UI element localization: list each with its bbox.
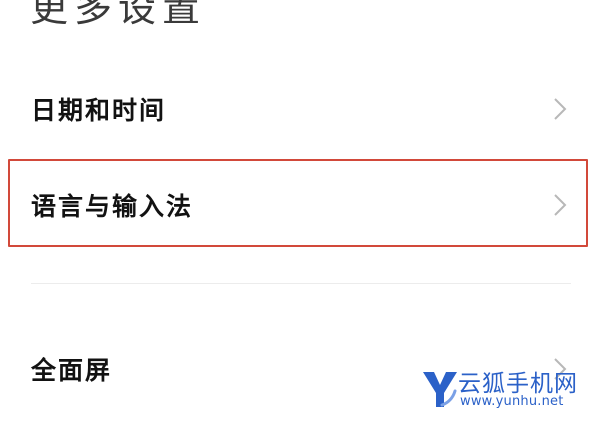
watermark-url: www.yunhu.net bbox=[460, 394, 564, 409]
settings-item-label: 全面屏 bbox=[31, 356, 113, 385]
chevron-right-icon bbox=[554, 98, 567, 120]
watermark-brand: 云狐手机网 bbox=[458, 371, 578, 397]
settings-item-label: 语言与输入法 bbox=[31, 192, 194, 221]
section-divider bbox=[31, 283, 571, 284]
page-title: 更多设置 bbox=[30, 0, 207, 30]
watermark: 云狐手机网 www.yunhu.net bbox=[420, 361, 590, 417]
settings-item-language-input[interactable]: 语言与输入法 bbox=[0, 166, 600, 244]
chevron-right-icon bbox=[554, 194, 567, 216]
settings-item-date-time[interactable]: 日期和时间 bbox=[0, 70, 600, 148]
yunhu-logo-icon bbox=[423, 372, 457, 407]
settings-item-label: 日期和时间 bbox=[31, 96, 167, 125]
